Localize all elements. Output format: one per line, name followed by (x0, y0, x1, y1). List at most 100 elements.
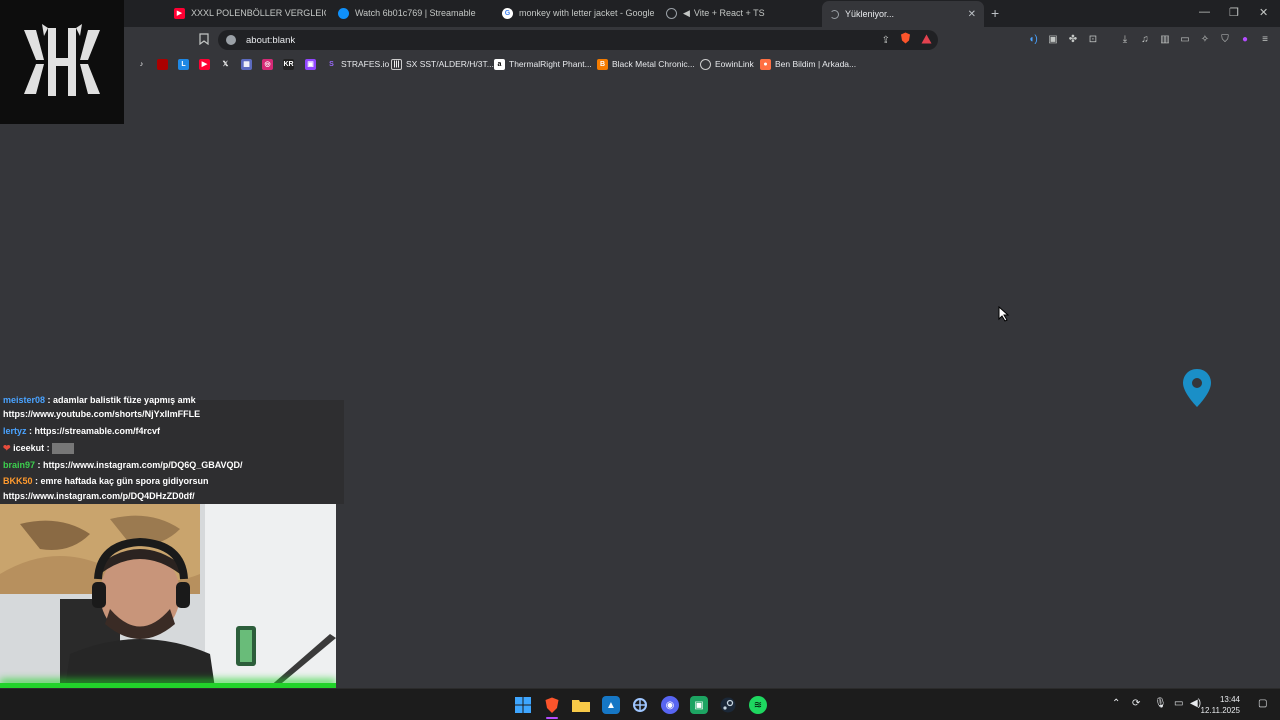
photos-icon[interactable]: ▲ (602, 696, 620, 714)
tab-youtube[interactable]: ▶ XXXL POLENBÖLLER VERGLEICH BIG (166, 2, 326, 24)
tab-label: Yükleniyor... (845, 9, 895, 19)
tab-streamable[interactable]: Watch 6b01c769 | Streamable (330, 2, 490, 24)
volume-icon[interactable]: ◀) (1190, 698, 1201, 709)
tab-label: Vite + React + TS (693, 8, 765, 18)
chat-message: brain97 : https://www.instagram.com/p/DQ… (3, 460, 243, 470)
steam-icon[interactable] (719, 696, 737, 714)
toolbar: about:blank ⇪ ◖) ▣ ✤ ⊡ ⤓ ♫ ▥ ▭ ✧ ⛉ ● ≡ (0, 27, 1280, 53)
clock-date: 12.11.2025 (1200, 706, 1240, 715)
emote-icon: ❤ (3, 443, 11, 453)
bookmark-icon[interactable] (198, 33, 210, 45)
youtube-bookmark-icon[interactable]: ▶ (199, 57, 214, 71)
chat-message: https://www.instagram.com/p/DQ4DHzZD0df/ (3, 491, 195, 501)
brave-rewards-icon[interactable] (921, 31, 932, 49)
audio-icon: ◀ (683, 7, 690, 18)
image-icon[interactable]: ▣ (1047, 33, 1059, 45)
brave-shield-icon[interactable] (900, 31, 911, 49)
file-explorer-icon[interactable] (572, 696, 590, 714)
map-pin-icon[interactable] (1182, 368, 1212, 413)
vpn-icon[interactable]: ⛉ (1219, 33, 1231, 45)
new-tab-button[interactable]: + (991, 5, 999, 21)
red-bookmark-icon[interactable] (157, 57, 172, 71)
bookmark-label: Black Metal Chronic... (612, 59, 695, 69)
bookmark-thermalright[interactable]: a ThermalRight Phant... (494, 57, 592, 71)
minimize-icon[interactable]: — (1199, 6, 1210, 18)
youtube-icon: ▶ (174, 7, 185, 19)
tab-vite[interactable]: ◀ Vite + React + TS (658, 2, 818, 24)
bookmark-label: ThermalRight Phant... (509, 59, 592, 69)
menu-icon[interactable]: ≡ (1259, 33, 1271, 45)
bars-icon: ||| (391, 58, 402, 70)
tiktok-icon[interactable]: ♪ (136, 57, 151, 71)
taskbar: ▲ ◉ ▣ ≋ ⌃ ⟳ 🎙︎ ▭ ◀) 13:44 12.11.2025 ▢ (0, 688, 1280, 720)
leo-ai-icon[interactable]: ✧ (1199, 33, 1211, 45)
chat-message: lertyz : https://streamable.com/f4rcvf (3, 426, 161, 436)
streamable-icon (338, 7, 349, 19)
discord-icon[interactable]: ◉ (661, 696, 679, 714)
bookmark-strafes[interactable]: S STRAFES.io (326, 57, 389, 71)
chat-message: meister08 : adamlar balistik füze yapmış… (3, 395, 196, 405)
google-icon: G (502, 7, 513, 19)
bookmark-benbildim[interactable]: ● Ben Bildim | Arkada... (760, 57, 856, 71)
profile-icon[interactable]: ● (1239, 33, 1251, 45)
loading-icon (830, 9, 839, 19)
media-icon[interactable]: ◖) (1027, 33, 1039, 45)
download-icon[interactable]: ⤓ (1119, 33, 1131, 45)
tab-label: Watch 6b01c769 | Streamable (355, 8, 476, 18)
calendar-icon[interactable]: ▦ (241, 57, 256, 71)
wallet-icon[interactable]: ▭ (1179, 33, 1191, 45)
address-bar[interactable]: about:blank ⇪ (218, 30, 938, 50)
bookmark-sx[interactable]: ||| SX SST/ALDER/H/3T... (391, 57, 494, 71)
screenshot-icon[interactable]: ⊡ (1087, 33, 1099, 45)
info-icon[interactable] (226, 35, 236, 45)
whatsapp-icon[interactable]: ▣ (690, 696, 708, 714)
tab-strip: ▶ XXXL POLENBÖLLER VERGLEICH BIG Watch 6… (0, 0, 1280, 27)
mouse-cursor-icon (998, 305, 1012, 327)
network-icon[interactable]: ▭ (1174, 698, 1183, 709)
sidebar-icon[interactable]: ▥ (1159, 33, 1171, 45)
brave-browser-icon[interactable] (543, 696, 561, 714)
restore-icon[interactable]: ❐ (1229, 6, 1239, 19)
network-tool-icon[interactable] (631, 696, 649, 714)
amazon-icon: a (494, 58, 505, 70)
bookmark-label: Ben Bildim | Arkada... (775, 59, 857, 69)
twitch-icon[interactable]: ▣ (305, 57, 320, 71)
strafes-icon: S (329, 60, 334, 68)
bookmark-eowinlink[interactable]: EowinLink (700, 57, 754, 71)
chevron-up-icon[interactable]: ⌃ (1112, 698, 1120, 709)
x-icon[interactable]: 𝕏 (220, 57, 235, 71)
tab-label: XXXL POLENBÖLLER VERGLEICH BIG (191, 8, 326, 18)
tab-loading[interactable]: Yükleniyor... ✕ (822, 1, 984, 27)
address-bar-url[interactable]: about:blank (246, 35, 295, 46)
microphone-icon[interactable]: 🎙︎ (1154, 698, 1167, 709)
chat-message: BKK50 : emre haftada kaç gün spora gidiy… (3, 476, 209, 486)
kr-icon[interactable]: KR (283, 57, 298, 71)
extensions-icon[interactable]: ✤ (1067, 33, 1079, 45)
spotify-icon[interactable]: ≋ (749, 696, 767, 714)
system-clock[interactable]: 13:44 12.11.2025 (1201, 694, 1240, 716)
windows-start-icon[interactable] (514, 696, 532, 714)
active-app-indicator (546, 717, 558, 719)
tab-google[interactable]: G monkey with letter jacket - Google'd (494, 2, 654, 24)
sync-icon[interactable]: ⟳ (1132, 698, 1140, 709)
globe-icon (666, 7, 677, 19)
chat-message: https://www.youtube.com/shorts/NjYxIlmFF… (3, 409, 201, 419)
share-icon[interactable]: ⇪ (882, 35, 890, 46)
emote-image (52, 443, 75, 455)
close-window-icon[interactable]: ✕ (1259, 6, 1268, 19)
tab-label: monkey with letter jacket - Google'd (519, 8, 654, 18)
close-tab-icon[interactable]: ✕ (968, 9, 976, 20)
globe-icon (700, 58, 711, 70)
chat-overlay: meister08 : adamlar balistik füze yapmış… (0, 395, 344, 504)
instagram-icon[interactable]: ◎ (262, 57, 277, 71)
l-bookmark-icon[interactable]: L (178, 57, 193, 71)
bookmark-blackmetal[interactable]: B Black Metal Chronic... (597, 57, 695, 71)
music-icon[interactable]: ♫ (1139, 33, 1151, 45)
bookmarks-bar: ♪ L ▶ 𝕏 ▦ ◎ KR ▣ S STRAFES.io ||| SX SST… (0, 53, 1280, 74)
bookmark-label: STRAFES.io (341, 59, 390, 69)
chat-message: ❤ iceekut : (3, 443, 75, 455)
notification-icon[interactable]: ▢ (1258, 698, 1267, 709)
stream-logo (0, 0, 124, 124)
benbildim-icon: ● (760, 58, 771, 70)
bookmark-label: EowinLink (715, 59, 754, 69)
